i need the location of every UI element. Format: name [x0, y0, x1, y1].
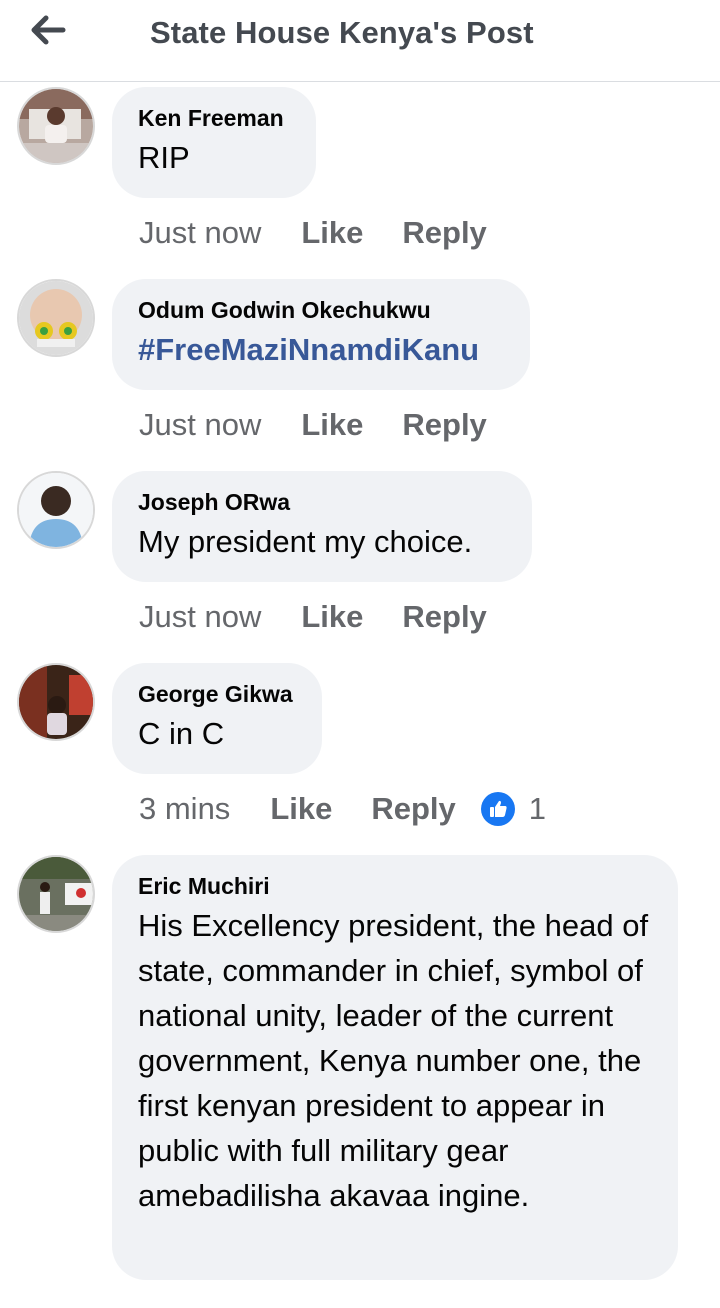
arrow-left-icon [31, 15, 66, 45]
avatar[interactable] [17, 87, 95, 165]
like-button[interactable]: Like [301, 599, 363, 635]
comment-text: His Excellency president, the head of st… [138, 908, 649, 1213]
page-title: State House Kenya's Post [150, 15, 534, 50]
reaction-count: 1 [528, 791, 547, 826]
comment-author[interactable]: Odum Godwin Okechukwu [138, 295, 504, 325]
comment-actions: Just now Like Reply [139, 211, 526, 255]
comment-actions: 3 mins Like Reply 1 [139, 787, 546, 831]
like-button[interactable]: Like [270, 791, 332, 827]
comment-bubble: Odum Godwin Okechukwu #FreeMaziNnamdiKan… [112, 279, 530, 390]
comment-bubble: Ken Freeman RIP [112, 87, 316, 198]
hashtag-link[interactable]: #FreeMaziNnamdiKanu [138, 327, 504, 372]
reply-button[interactable]: Reply [402, 407, 486, 443]
avatar[interactable] [17, 471, 95, 549]
thumbs-up-icon [480, 792, 515, 826]
comment-text: My president my choice. [138, 524, 473, 559]
comment-timestamp[interactable]: Just now [139, 407, 261, 443]
comment-author[interactable]: Ken Freeman [138, 103, 290, 133]
like-button[interactable]: Like [301, 215, 363, 251]
comment-author[interactable]: Joseph ORwa [138, 487, 506, 517]
comment-actions: Just now Like Reply [139, 403, 526, 447]
reply-button[interactable]: Reply [371, 791, 455, 827]
comment-bubble: Joseph ORwa My president my choice. [112, 471, 532, 582]
avatar[interactable] [17, 279, 95, 357]
comment-bubble: Eric Muchiri His Excellency president, t… [112, 855, 678, 1280]
comment-author[interactable]: George Gikwa [138, 679, 296, 709]
comment-text: RIP [138, 140, 190, 175]
reaction-summary[interactable]: 1 [480, 791, 547, 827]
reply-button[interactable]: Reply [402, 599, 486, 635]
reply-button[interactable]: Reply [402, 215, 486, 251]
comment-timestamp[interactable]: Just now [139, 215, 261, 251]
comment-text: C in C [138, 716, 225, 751]
comment-actions: Just now Like Reply [139, 595, 526, 639]
top-bar: State House Kenya's Post [0, 0, 720, 82]
comment-timestamp[interactable]: Just now [139, 599, 261, 635]
avatar[interactable] [17, 663, 95, 741]
back-button[interactable] [22, 8, 74, 52]
comment-timestamp[interactable]: 3 mins [139, 791, 230, 827]
avatar[interactable] [17, 855, 95, 933]
comment-bubble: George Gikwa C in C [112, 663, 322, 774]
comment-author[interactable]: Eric Muchiri [138, 871, 652, 901]
like-button[interactable]: Like [301, 407, 363, 443]
